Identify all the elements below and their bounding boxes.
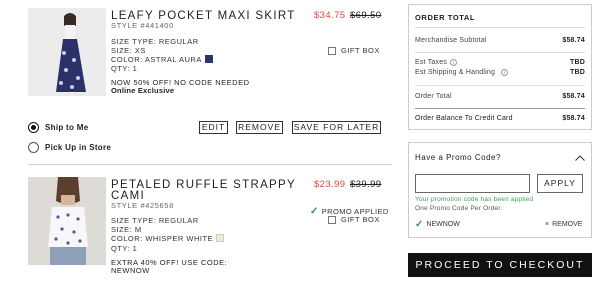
- info-icon[interactable]: i: [450, 59, 458, 66]
- promo-code-title[interactable]: Have a Promo Code?: [415, 153, 501, 162]
- item-style: STYLE #425658: [111, 201, 174, 210]
- pick-up-in-store-radio[interactable]: [28, 142, 39, 153]
- gift-box-checkbox[interactable]: [328, 215, 336, 224]
- save-for-later-button[interactable]: SAVE FOR LATER: [292, 121, 381, 134]
- info-icon[interactable]: i: [501, 69, 509, 76]
- gift-box-option[interactable]: GIFT BOX: [328, 215, 380, 224]
- item-qty: QTY: 1: [111, 244, 138, 253]
- promo-code-panel: Have a Promo Code? APPLY Your promotion …: [408, 142, 592, 238]
- original-price: $39.99: [350, 179, 382, 190]
- item-size-type: SIZE TYPE: REGULAR: [111, 37, 199, 46]
- item-color: COLOR: WHISPER WHITE: [111, 234, 225, 243]
- order-total-value: $58.74: [562, 93, 585, 100]
- cami-model-image: [28, 177, 106, 265]
- divider: [415, 85, 585, 86]
- gift-box-checkbox[interactable]: [328, 46, 336, 55]
- item-color-label: COLOR: ASTRAL AURA: [111, 55, 202, 64]
- applied-code-label: NEWNOW: [426, 221, 460, 228]
- item-color: COLOR: ASTRAL AURA: [111, 55, 213, 64]
- close-icon: ×: [545, 221, 550, 228]
- remove-button[interactable]: REMOVE: [236, 121, 283, 134]
- item-size: SIZE: XS: [111, 46, 146, 55]
- edit-button[interactable]: EDIT: [199, 121, 228, 134]
- remove-code-button[interactable]: × REMOVE: [545, 221, 582, 228]
- gift-box-label: GIFT BOX: [341, 46, 380, 55]
- merchandise-subtotal-label: Merchandise Subtotal: [415, 37, 487, 44]
- item-divider: [28, 164, 392, 165]
- product-image-cami[interactable]: [28, 177, 106, 265]
- remove-code-label: REMOVE: [552, 221, 583, 228]
- applied-code: ✓ NEWNOW: [415, 219, 460, 230]
- original-price: $69.50: [350, 10, 382, 21]
- item-qty: QTY: 1: [111, 64, 138, 73]
- item-size-type: SIZE TYPE: REGULAR: [111, 216, 199, 225]
- chevron-up-icon[interactable]: [575, 155, 585, 161]
- check-icon: ✓: [310, 206, 319, 217]
- item-size: SIZE: M: [111, 225, 142, 234]
- sale-price: $23.99: [314, 179, 346, 190]
- divider: [415, 108, 585, 109]
- est-shipping-label: Est Shipping & Handling: [415, 69, 496, 76]
- est-taxes-value: TBD: [570, 59, 585, 66]
- ship-to-me-option[interactable]: Ship to Me: [28, 122, 88, 133]
- skirt-model-image: [28, 8, 106, 96]
- divider: [415, 27, 585, 28]
- apply-button[interactable]: APPLY: [537, 174, 583, 193]
- merchandise-subtotal-row: Merchandise Subtotal $58.74: [415, 37, 585, 44]
- balance-value: $58.74: [562, 115, 585, 122]
- balance-row: Order Balance To Credit Card $58.74: [415, 115, 585, 122]
- order-total-panel: ORDER TOTAL Merchandise Subtotal $58.74 …: [408, 4, 592, 130]
- color-swatch: [204, 55, 213, 63]
- balance-label: Order Balance To Credit Card: [415, 115, 513, 122]
- item-promo-subtext: Online Exclusive: [111, 86, 175, 95]
- check-icon: ✓: [415, 219, 424, 230]
- proceed-to-checkout-button[interactable]: PROCEED TO CHECKOUT: [408, 253, 592, 277]
- est-shipping-value: TBD: [570, 69, 585, 76]
- divider: [415, 52, 585, 53]
- ship-to-me-label: Ship to Me: [45, 123, 89, 132]
- est-taxes-row: Est Taxes i TBD: [415, 59, 585, 66]
- order-total-label: Order Total: [415, 93, 452, 100]
- est-shipping-row: Est Shipping & Handling i TBD: [415, 69, 585, 76]
- pick-up-in-store-option[interactable]: Pick Up in Store: [28, 142, 111, 153]
- ship-to-me-radio[interactable]: [28, 122, 39, 133]
- promo-code-input[interactable]: [415, 174, 530, 193]
- item-style: STYLE #441400: [111, 21, 174, 30]
- item-color-label: COLOR: WHISPER WHITE: [111, 234, 214, 243]
- color-swatch: [216, 234, 225, 242]
- gift-box-option[interactable]: GIFT BOX: [328, 46, 380, 55]
- merchandise-subtotal-value: $58.74: [562, 37, 585, 44]
- promo-success-message: Your promotion code has been applied: [415, 196, 534, 203]
- sale-price: $34.75: [314, 10, 346, 21]
- gift-box-label: GIFT BOX: [341, 215, 380, 224]
- pick-up-in-store-label: Pick Up in Store: [45, 143, 112, 152]
- order-total-row: Order Total $58.74: [415, 93, 585, 100]
- est-taxes-label: Est Taxes: [415, 59, 448, 66]
- order-total-title: ORDER TOTAL: [415, 13, 476, 22]
- item-promo-code: NEWNOW: [111, 266, 150, 275]
- promo-limit-note: One Promo Code Per Order.: [415, 205, 503, 212]
- product-image-skirt[interactable]: [28, 8, 106, 96]
